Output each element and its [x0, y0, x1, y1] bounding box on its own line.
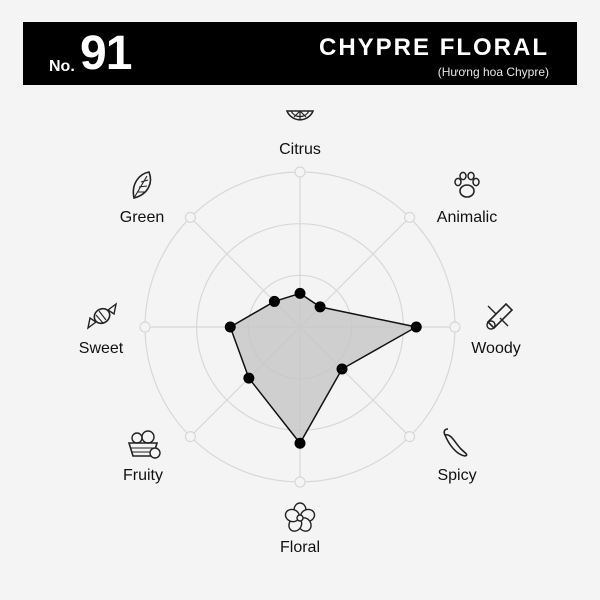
- axis-label-fruity: Fruity: [123, 467, 163, 484]
- axis-label-sweet: Sweet: [79, 340, 124, 357]
- radar-series: [224, 287, 422, 449]
- leaf-icon: [132, 171, 152, 199]
- point-animalic: [314, 301, 326, 313]
- spoke-end-floral: [294, 476, 306, 488]
- axis-label-spicy: Spicy: [437, 467, 476, 484]
- series-area: [229, 292, 419, 445]
- chili-pepper-icon: [443, 428, 468, 457]
- fruit-basket-icon: [127, 430, 161, 459]
- axis-label-floral: Floral: [280, 539, 320, 556]
- spoke-end-citrus: [294, 166, 306, 178]
- spoke-end-spicy: [404, 431, 416, 443]
- spoke-end-green: [184, 211, 196, 223]
- spoke-end-fruity: [184, 431, 196, 443]
- spoke-end-animalic: [404, 211, 416, 223]
- point-sweet: [224, 321, 236, 333]
- point-citrus: [294, 287, 306, 299]
- axis-label-green: Green: [120, 209, 164, 226]
- axis-label-woody: Woody: [471, 340, 521, 357]
- wood-log-icon: [486, 302, 514, 330]
- citrus-slice-icon: [285, 110, 315, 121]
- radar-chart: Citrus Animalic Woody Spicy Floral Fruity Swee…: [79, 110, 521, 556]
- axis-label-citrus: Citrus: [279, 141, 321, 158]
- flower-icon: [284, 502, 316, 532]
- point-floral: [294, 437, 306, 449]
- spoke-end-sweet: [139, 321, 151, 333]
- paw-print-icon: [454, 171, 480, 198]
- point-fruity: [243, 372, 255, 384]
- point-woody: [410, 321, 422, 333]
- spoke-end-woody: [449, 321, 461, 333]
- axis-label-animalic: Animalic: [437, 209, 497, 226]
- point-green: [268, 295, 280, 307]
- point-spicy: [336, 363, 348, 375]
- candy-icon: [86, 302, 118, 330]
